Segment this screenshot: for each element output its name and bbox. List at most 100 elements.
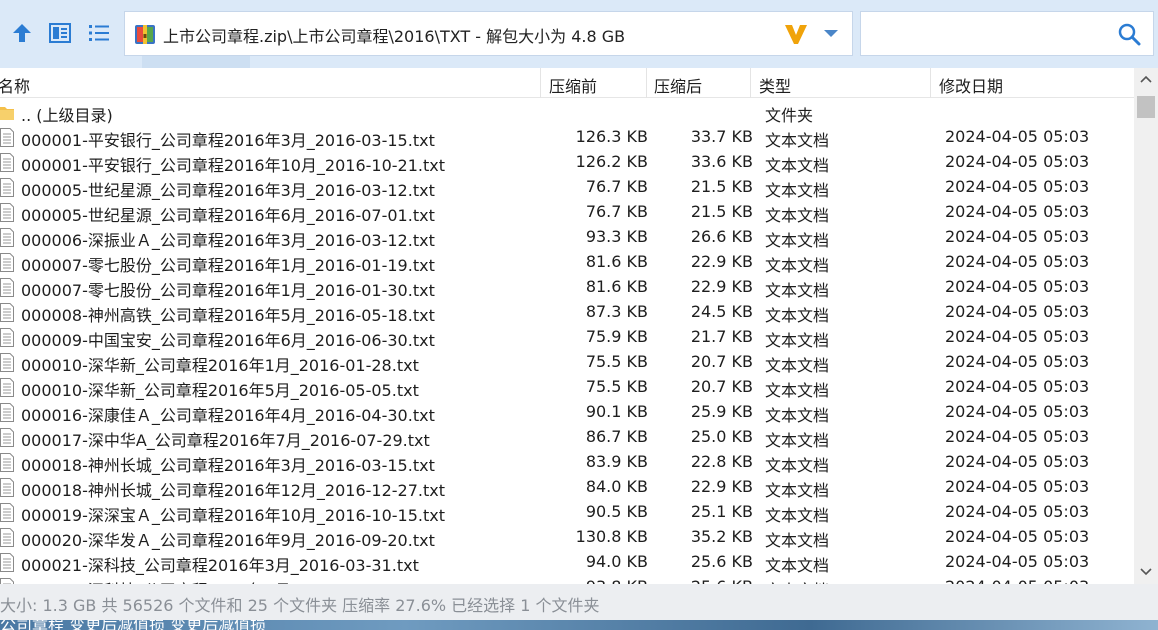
column-type[interactable]: 类型 xyxy=(759,73,791,97)
file-row[interactable]: 000005-世纪星源_公司章程2016年3月_2016-03-12.txt 76… xyxy=(0,175,1134,200)
file-size-after: 20.7 KB xyxy=(690,377,753,396)
search-input[interactable] xyxy=(860,11,1154,56)
file-row[interactable]: 000021-深科技_公司章程2016年3月_2016-03-31.txt 94.… xyxy=(0,550,1134,575)
zip-archive-icon xyxy=(135,25,155,44)
file-name: 000010-深华新_公司章程2016年5月_2016-05-05.txt xyxy=(21,381,419,400)
file-name: 000005-世纪星源_公司章程2016年3月_2016-03-12.txt xyxy=(21,181,435,200)
file-modified-date: 2024-04-05 05:03 xyxy=(945,152,1090,171)
file-size-before: 126.3 KB xyxy=(575,127,648,146)
file-size-before: 130.8 KB xyxy=(575,527,648,546)
file-row[interactable]: 000007-零七股份_公司章程2016年1月_2016-01-30.txt 81… xyxy=(0,275,1134,300)
file-name: 000001-平安银行_公司章程2016年10月_2016-10-21.txt xyxy=(21,156,446,175)
file-row[interactable]: 000008-神州高铁_公司章程2016年5月_2016-05-18.txt 87… xyxy=(0,300,1134,325)
file-name: 000001-平安银行_公司章程2016年3月_2016-03-15.txt xyxy=(21,131,435,150)
file-row[interactable]: 000016-深康佳Ａ_公司章程2016年4月_2016-04-30.txt 90… xyxy=(0,400,1134,425)
file-size-after: 20.7 KB xyxy=(690,352,753,371)
file-type: 文本文档 xyxy=(765,577,829,584)
file-modified-date: 2024-04-05 05:03 xyxy=(945,202,1090,221)
file-name: 000009-中国宝安_公司章程2016年6月_2016-06-30.txt xyxy=(21,331,435,350)
file-type: 文本文档 xyxy=(765,156,830,175)
file-size-after: 22.8 KB xyxy=(690,452,753,471)
file-row[interactable]: 000009-中国宝安_公司章程2016年6月_2016-06-30.txt 75… xyxy=(0,325,1134,350)
v-logo-icon[interactable] xyxy=(783,22,809,46)
file-row[interactable]: 000001-平安银行_公司章程2016年10月_2016-10-21.txt 1… xyxy=(0,150,1134,175)
address-bar[interactable]: 上市公司章程.zip\上市公司章程\2016\TXT - 解包大小为 4.8 G… xyxy=(124,11,853,56)
text-file-icon xyxy=(0,378,14,397)
scroll-up-button[interactable] xyxy=(1134,68,1158,90)
file-row[interactable]: 000020-深华发Ａ_公司章程2016年9月_2016-09-20.txt 13… xyxy=(0,525,1134,550)
file-type: 文本文档 xyxy=(765,556,830,575)
file-name: 000018-神州长城_公司章程2016年12月_2016-12-27.txt xyxy=(21,481,446,500)
file-size-before: 94.0 KB xyxy=(585,552,648,571)
up-level-button[interactable] xyxy=(8,19,36,47)
text-file-icon xyxy=(0,278,14,297)
file-type: 文本文档 xyxy=(765,281,830,300)
folder-icon xyxy=(0,107,14,120)
file-type: 文本文档 xyxy=(765,306,830,325)
text-file-icon xyxy=(0,128,14,147)
file-row[interactable]: 000019-深深宝Ａ_公司章程2016年10月_2016-10-15.txt 9… xyxy=(0,500,1134,525)
parent-directory-row[interactable]: .. (上级目录) 文件夹 xyxy=(0,100,1134,125)
column-name[interactable]: 名称 xyxy=(0,73,30,97)
file-row[interactable]: 000010-深华新_公司章程2016年5月_2016-05-05.txt 75.… xyxy=(0,375,1134,400)
file-size-after: 22.9 KB xyxy=(690,477,753,496)
file-row[interactable]: 000010-深华新_公司章程2016年1月_2016-01-28.txt 75.… xyxy=(0,350,1134,375)
column-divider[interactable] xyxy=(646,68,647,98)
scroll-thumb[interactable] xyxy=(1137,96,1155,118)
file-row[interactable]: 000007-零七股份_公司章程2016年1月_2016-01-19.txt 81… xyxy=(0,250,1134,275)
file-type: 文本文档 xyxy=(765,181,830,200)
column-before-size[interactable]: 压缩前 xyxy=(549,73,597,97)
file-row[interactable]: 000001-平安银行_公司章程2016年3月_2016-03-15.txt 12… xyxy=(0,125,1134,150)
file-name: 000018-神州长城_公司章程2016年3月_2016-03-15.txt xyxy=(21,456,435,475)
file-modified-date: 2024-04-05 05:03 xyxy=(945,527,1090,546)
column-after-size[interactable]: 压缩后 xyxy=(654,73,702,97)
status-bar: 大小: 1.3 GB 共 56526 个文件和 25 个文件夹 压缩率 27.6… xyxy=(0,584,1158,620)
file-row[interactable]: 000006-深振业Ａ_公司章程2016年3月_2016-03-12.txt 93… xyxy=(0,225,1134,250)
text-file-icon xyxy=(0,203,14,222)
file-type: 文本文档 xyxy=(765,406,830,425)
preview-pane-icon xyxy=(49,23,71,43)
text-file-icon xyxy=(0,303,14,322)
file-size-before: 76.7 KB xyxy=(585,202,648,221)
file-name: 000008-神州高铁_公司章程2016年5月_2016-05-18.txt xyxy=(21,306,435,325)
address-dropdown-button[interactable] xyxy=(821,22,841,46)
file-row[interactable]: 000018-神州长城_公司章程2016年12月_2016-12-27.txt 8… xyxy=(0,475,1134,500)
arrow-up-icon xyxy=(13,24,31,42)
file-size-before: 81.6 KB xyxy=(585,252,648,271)
list-view-button[interactable] xyxy=(85,19,113,47)
file-row[interactable]: 000018-神州长城_公司章程2016年3月_2016-03-15.txt 83… xyxy=(0,450,1134,475)
file-modified-date: 2024-04-05 05:03 xyxy=(945,252,1090,271)
column-divider[interactable] xyxy=(750,68,751,98)
file-size-before: 126.2 KB xyxy=(575,152,648,171)
file-size-after: 26.6 KB xyxy=(690,227,753,246)
chevron-up-icon xyxy=(1140,75,1152,83)
file-type: 文本文档 xyxy=(765,331,830,350)
file-size-after: 25.1 KB xyxy=(690,502,753,521)
toolbar-accent xyxy=(142,56,250,68)
parent-directory-label: .. (上级目录) xyxy=(21,106,113,125)
text-file-icon xyxy=(0,253,14,272)
column-divider[interactable] xyxy=(930,68,931,98)
text-file-icon xyxy=(0,503,14,522)
column-date[interactable]: 修改日期 xyxy=(939,73,1003,97)
search-icon[interactable] xyxy=(1117,22,1141,46)
file-size-before: 81.6 KB xyxy=(585,277,648,296)
file-size-after: 22.9 KB xyxy=(690,252,753,271)
file-modified-date: 2024-04-05 05:03 xyxy=(945,552,1090,571)
file-type: 文本文档 xyxy=(765,531,830,550)
column-divider[interactable] xyxy=(540,68,541,98)
text-file-icon xyxy=(0,478,14,497)
file-list: .. (上级目录) 文件夹 000001-平安银行_公司章程2016年3月_20… xyxy=(0,98,1134,584)
file-size-before: 90.1 KB xyxy=(585,402,648,421)
file-type: 文本文档 xyxy=(765,506,830,525)
file-row[interactable]: 000005-世纪星源_公司章程2016年6月_2016-07-01.txt 76… xyxy=(0,200,1134,225)
file-row[interactable]: 000017-深中华A_公司章程2016年7月_2016-07-29.txt 86… xyxy=(0,425,1134,450)
chevron-down-icon xyxy=(1140,568,1152,576)
vertical-scrollbar[interactable] xyxy=(1134,68,1158,584)
file-row[interactable]: 000021-深科技_公司章程2016年4月_2016-04-22.txt 93.… xyxy=(0,575,1134,584)
file-type: 文本文档 xyxy=(765,256,830,275)
scroll-down-button[interactable] xyxy=(1134,560,1158,584)
file-name: 000007-零七股份_公司章程2016年1月_2016-01-19.txt xyxy=(21,256,435,275)
file-modified-date: 2024-04-05 05:03 xyxy=(945,377,1090,396)
preview-pane-button[interactable] xyxy=(46,19,74,47)
